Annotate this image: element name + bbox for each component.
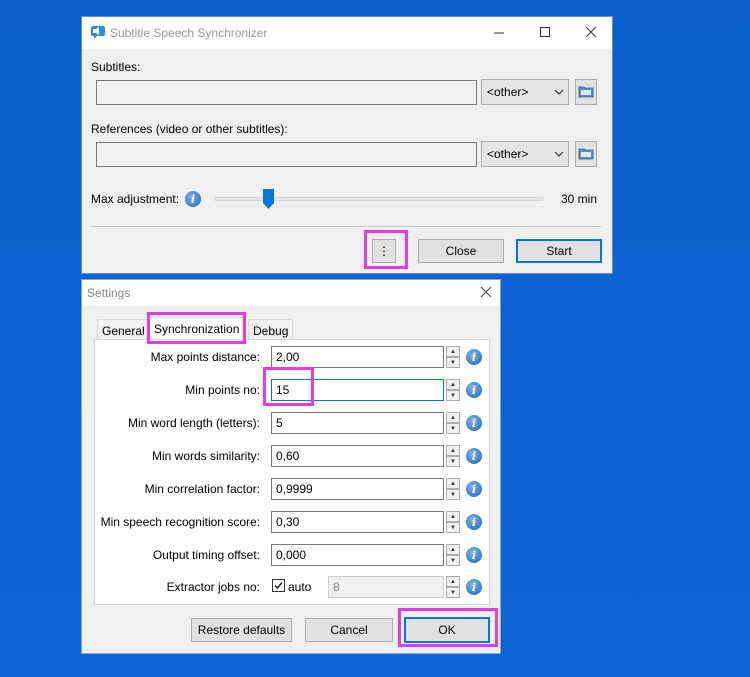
minimize-icon[interactable] — [484, 26, 514, 40]
min-word-length-label: Min word length (letters): — [127, 416, 260, 430]
main-separator — [91, 226, 601, 227]
references-path-input[interactable] — [96, 142, 477, 167]
spin-down-icon[interactable]: ▼ — [446, 555, 460, 566]
app-icon — [90, 25, 106, 39]
min-correlation-factor-info-icon[interactable]: i — [466, 481, 482, 497]
slider-thumb[interactable] — [263, 189, 274, 209]
ok-button[interactable]: OK — [404, 617, 490, 643]
min-points-no-field[interactable]: 15 — [271, 379, 444, 401]
chevron-down-icon — [554, 86, 564, 96]
min-correlation-factor-field[interactable]: 0,9999 — [271, 478, 444, 500]
spin-up-icon[interactable]: ▲ — [446, 544, 460, 555]
min-word-length-spinner[interactable]: ▲ ▼ — [446, 412, 460, 434]
max-points-distance-field[interactable]: 2,00 — [271, 346, 444, 368]
spin-down-icon[interactable]: ▼ — [446, 522, 460, 533]
min-speech-recognition-score-label: Min speech recognition score: — [100, 515, 260, 529]
min-words-similarity-field[interactable]: 0,60 — [271, 445, 444, 467]
chevron-down-icon — [554, 148, 564, 158]
extractor-auto-checkbox[interactable] — [272, 579, 285, 592]
cancel-button-label: Cancel — [330, 623, 368, 637]
settings-title: Settings — [87, 286, 131, 300]
max-points-distance-label: Max points distance: — [150, 350, 260, 364]
max-points-distance-spinner[interactable]: ▲ ▼ — [446, 346, 460, 368]
min-speech-recognition-score-spinner[interactable]: ▲ ▼ — [446, 511, 460, 533]
folder-icon — [578, 146, 594, 163]
spin-up-icon[interactable]: ▲ — [446, 379, 460, 390]
tab-synchronization[interactable]: Synchronization — [149, 317, 245, 339]
max-adjustment-label: Max adjustment: — [91, 192, 180, 206]
settings-titlebar: Settings — [82, 280, 500, 306]
subtitles-browse-button[interactable] — [575, 79, 597, 105]
spin-down-icon: ▼ — [446, 587, 460, 598]
main-titlebar: Subtitle Speech Synchronizer — [82, 17, 612, 49]
subtitles-format-select[interactable]: <other> — [481, 79, 569, 105]
min-points-no-label: Min points no: — [185, 383, 260, 397]
extractor-jobs-label: Extractor jobs no: — [166, 580, 260, 594]
spin-up-icon[interactable]: ▲ — [446, 346, 460, 357]
min-points-no-spinner[interactable]: ▲ ▼ — [446, 379, 460, 401]
max-adjustment-info-icon[interactable]: i — [185, 191, 201, 207]
close-button[interactable]: Close — [418, 239, 504, 263]
folder-icon — [578, 84, 594, 101]
min-word-length-info-icon[interactable]: i — [466, 415, 482, 431]
max-adjustment-value: 30 min — [561, 192, 598, 206]
more-options-label: ⋮ — [378, 244, 390, 258]
references-format-value: <other> — [487, 147, 529, 161]
settings-dialog: Settings General Synchronization Debug M… — [81, 279, 501, 654]
min-speech-recognition-score-field[interactable]: 0,30 — [271, 511, 444, 533]
min-words-similarity-info-icon[interactable]: i — [466, 448, 482, 464]
min-correlation-factor-spinner[interactable]: ▲ ▼ — [446, 478, 460, 500]
tab-debug[interactable]: Debug — [248, 319, 294, 339]
subtitles-format-value: <other> — [487, 85, 529, 99]
min-points-no-info-icon[interactable]: i — [466, 382, 482, 398]
max-adjustment-slider[interactable] — [215, 189, 545, 211]
spin-up-icon: ▲ — [446, 576, 460, 587]
spin-down-icon[interactable]: ▼ — [446, 423, 460, 434]
maximize-icon[interactable] — [530, 26, 560, 40]
references-label: References (video or other subtitles): — [91, 122, 288, 136]
spin-down-icon[interactable]: ▼ — [446, 489, 460, 500]
close-icon[interactable] — [576, 26, 606, 40]
extractor-jobs-field: 8 — [328, 576, 444, 598]
references-browse-button[interactable] — [575, 141, 597, 167]
extractor-auto-label: auto — [288, 580, 312, 594]
output-timing-offset-spinner[interactable]: ▲ ▼ — [446, 544, 460, 566]
more-options-button[interactable]: ⋮ — [372, 239, 396, 263]
start-button-label: Start — [546, 244, 572, 258]
spin-up-icon[interactable]: ▲ — [446, 412, 460, 423]
spin-down-icon[interactable]: ▼ — [446, 390, 460, 401]
output-timing-offset-field[interactable]: 0,000 — [271, 544, 444, 566]
spin-down-icon[interactable]: ▼ — [446, 357, 460, 368]
min-words-similarity-spinner[interactable]: ▲ ▼ — [446, 445, 460, 467]
main-window: Subtitle Speech Synchronizer Subtitles: … — [81, 16, 613, 274]
min-speech-recognition-score-info-icon[interactable]: i — [466, 514, 482, 530]
output-timing-offset-label: Output timing offset: — [152, 548, 260, 562]
cancel-button[interactable]: Cancel — [305, 618, 393, 642]
subtitles-path-input[interactable] — [96, 80, 477, 105]
restore-defaults-button[interactable]: Restore defaults — [191, 618, 292, 642]
spin-up-icon[interactable]: ▲ — [446, 445, 460, 456]
restore-defaults-label: Restore defaults — [197, 623, 286, 637]
ok-button-label: OK — [438, 623, 456, 637]
window-title: Subtitle Speech Synchronizer — [110, 26, 268, 40]
extractor-jobs-spinner: ▲ ▼ — [446, 576, 460, 598]
spin-up-icon[interactable]: ▲ — [446, 478, 460, 489]
extractor-jobs-info-icon[interactable]: i — [466, 579, 482, 595]
close-button-label: Close — [445, 244, 477, 258]
min-words-similarity-label: Min words similarity: — [151, 449, 260, 463]
settings-close-icon[interactable] — [480, 286, 492, 298]
max-points-distance-info-icon[interactable]: i — [466, 349, 482, 365]
tab-general[interactable]: General — [97, 319, 150, 339]
spin-down-icon[interactable]: ▼ — [446, 456, 460, 467]
subtitles-label: Subtitles: — [91, 60, 141, 74]
start-button[interactable]: Start — [516, 239, 602, 263]
min-correlation-factor-label: Min correlation factor: — [144, 482, 260, 496]
output-timing-offset-info-icon[interactable]: i — [466, 547, 482, 563]
references-format-select[interactable]: <other> — [481, 141, 569, 167]
min-word-length-field[interactable]: 5 — [271, 412, 444, 434]
spin-up-icon[interactable]: ▲ — [446, 511, 460, 522]
